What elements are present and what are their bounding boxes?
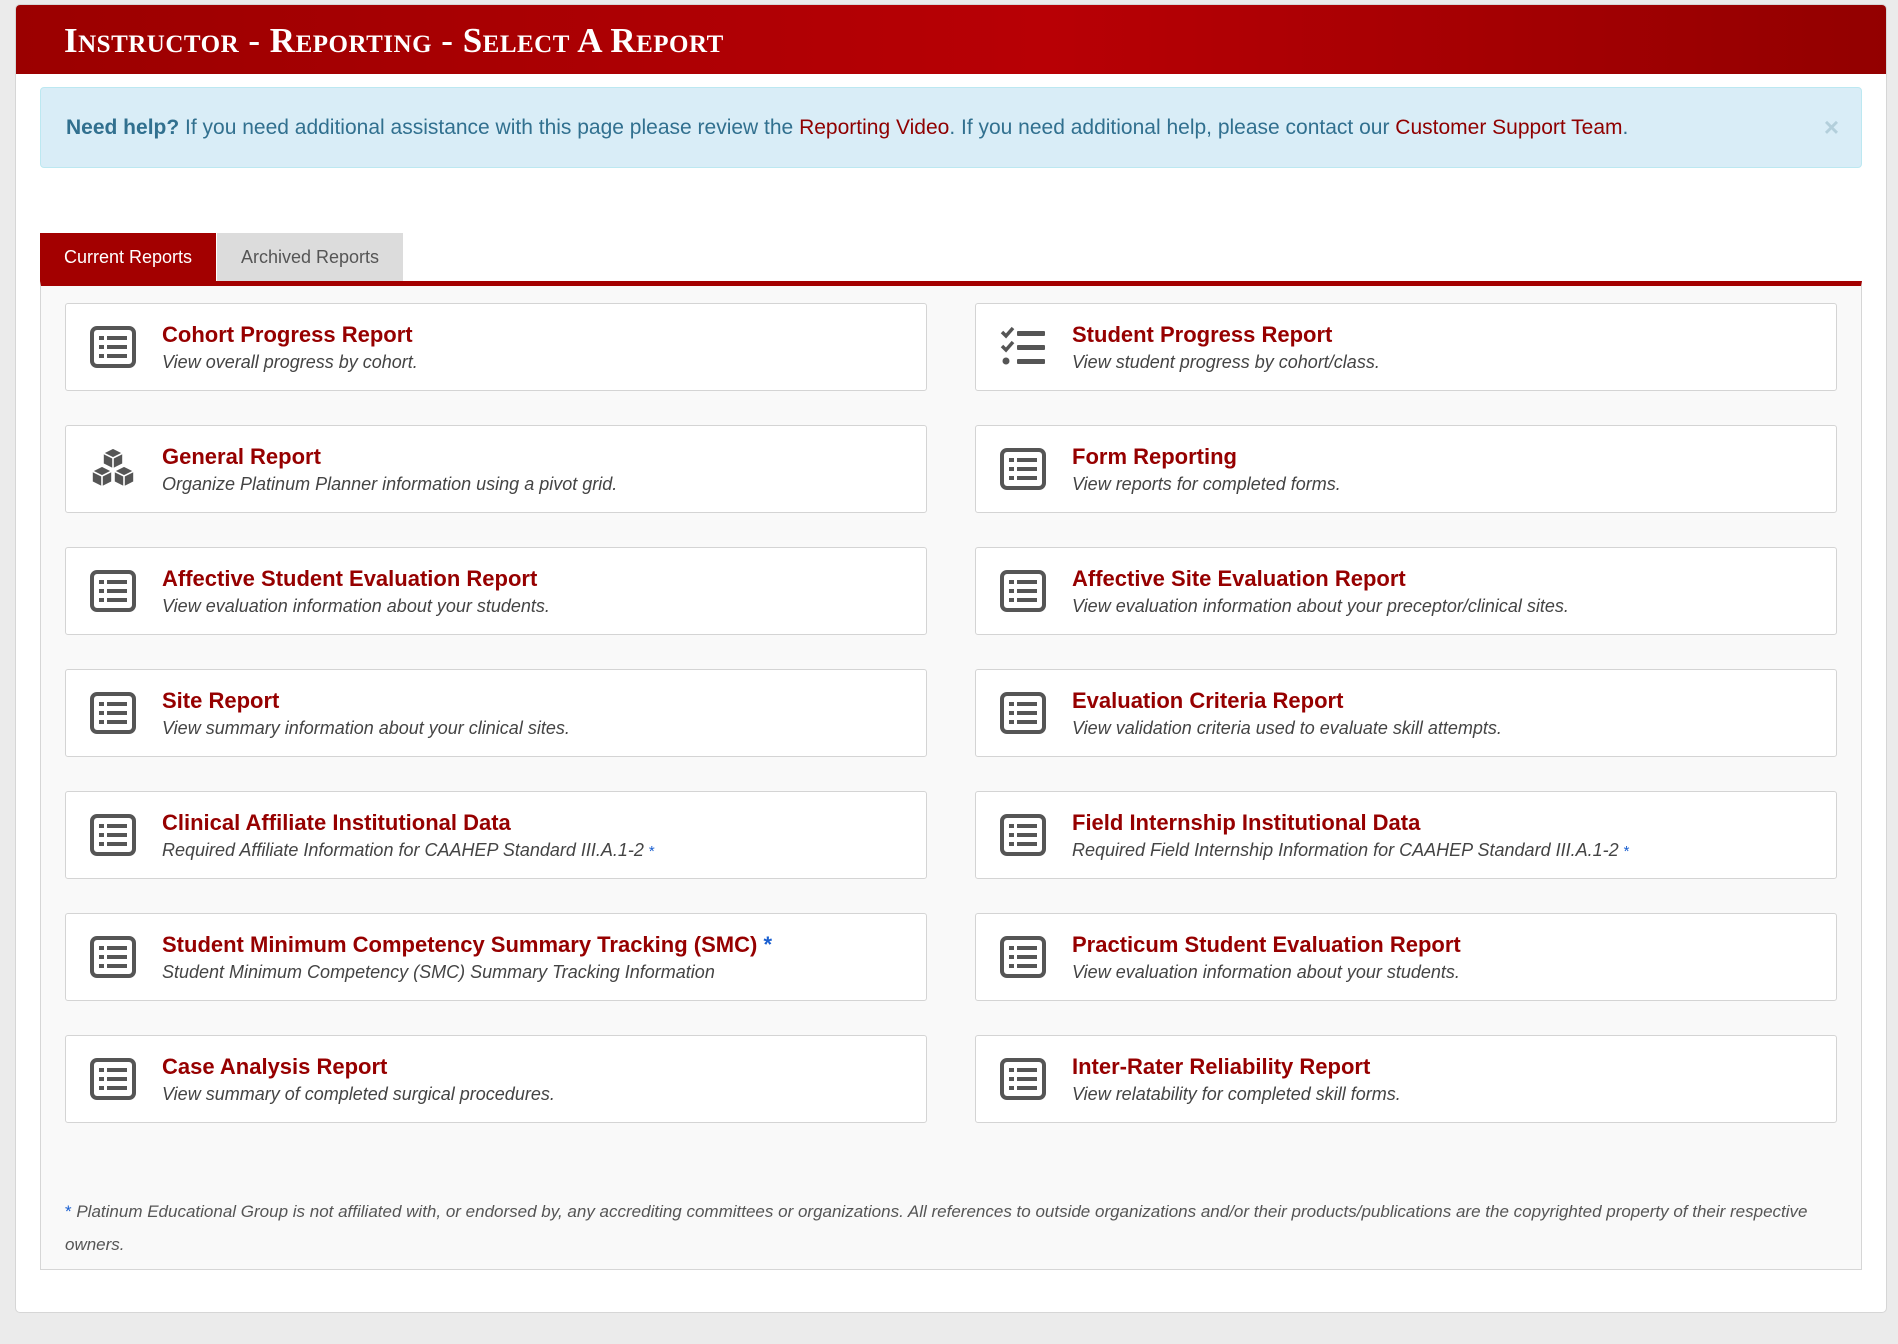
asterisk-marker: *: [763, 932, 772, 957]
report-card[interactable]: Inter-Rater Reliability Report View relat…: [975, 1035, 1837, 1123]
report-card[interactable]: General Report Organize Platinum Planner …: [65, 425, 927, 513]
reporting-video-link[interactable]: Reporting Video: [799, 116, 949, 139]
report-description: View overall progress by cohort.: [162, 352, 418, 372]
report-description: View validation criteria used to evaluat…: [1072, 718, 1502, 738]
report-description: Organize Platinum Planner information us…: [162, 474, 618, 494]
report-description: View evaluation information about your s…: [1072, 962, 1460, 982]
report-list: Cohort Progress Report View overall progr…: [40, 281, 1862, 1270]
list-icon: [88, 810, 138, 860]
customer-support-link[interactable]: Customer Support Team: [1395, 116, 1622, 139]
alert-text: If you need additional assistance with t…: [179, 116, 800, 139]
asterisk-marker: *: [1623, 843, 1630, 860]
page-title: Instructor - Reporting - Select A Report: [64, 21, 724, 60]
report-title-link[interactable]: Site Report: [162, 688, 279, 714]
report-card[interactable]: Evaluation Criteria Report View validatio…: [975, 669, 1837, 757]
report-description: Required Affiliate Information for CAAHE…: [162, 840, 655, 860]
report-title-link[interactable]: Field Internship Institutional Data: [1072, 810, 1420, 836]
report-title-link[interactable]: General Report: [162, 444, 321, 470]
report-card[interactable]: Clinical Affiliate Institutional Data Req…: [65, 791, 927, 879]
footnote-text: Platinum Educational Group is not affili…: [65, 1202, 1808, 1254]
report-title-link[interactable]: Inter-Rater Reliability Report: [1072, 1054, 1370, 1080]
list-icon: [998, 1054, 1048, 1104]
report-description: Required Field Internship Information fo…: [1072, 840, 1630, 860]
close-icon[interactable]: ×: [1824, 88, 1839, 166]
report-card[interactable]: Form Reporting View reports for completed…: [975, 425, 1837, 513]
report-description: View evaluation information about your s…: [162, 596, 550, 616]
help-alert: Need help? If you need additional assist…: [40, 87, 1862, 168]
list-icon: [88, 1054, 138, 1104]
disclaimer-footnote: * Platinum Educational Group is not affi…: [65, 1195, 1825, 1261]
report-card[interactable]: Site Report View summary information abou…: [65, 669, 927, 757]
tasks-icon: [998, 322, 1048, 372]
report-title-link[interactable]: Student Progress Report: [1072, 322, 1332, 348]
report-card[interactable]: Cohort Progress Report View overall progr…: [65, 303, 927, 391]
report-card[interactable]: Practicum Student Evaluation Report View …: [975, 913, 1837, 1001]
list-icon: [998, 810, 1048, 860]
cubes-icon: [88, 444, 138, 494]
report-card[interactable]: Affective Student Evaluation Report View …: [65, 547, 927, 635]
report-title-link[interactable]: Affective Student Evaluation Report: [162, 566, 537, 592]
tab-current-reports[interactable]: Current Reports: [40, 233, 216, 281]
report-description: View evaluation information about your p…: [1072, 596, 1569, 616]
report-card[interactable]: Student Minimum Competency Summary Track…: [65, 913, 927, 1001]
alert-text: . If you need additional help, please co…: [949, 116, 1396, 139]
report-description: View summary information about your clin…: [162, 718, 570, 738]
asterisk-marker: *: [648, 843, 655, 860]
alert-text: .: [1622, 116, 1629, 139]
report-title-link[interactable]: Cohort Progress Report: [162, 322, 413, 348]
report-description: View reports for completed forms.: [1072, 474, 1341, 494]
list-icon: [88, 932, 138, 982]
list-icon: [998, 932, 1048, 982]
report-card[interactable]: Affective Site Evaluation Report View eva…: [975, 547, 1837, 635]
report-title-link[interactable]: Case Analysis Report: [162, 1054, 387, 1080]
list-icon: [998, 566, 1048, 616]
footnote-star: *: [65, 1202, 72, 1221]
report-title-link[interactable]: Affective Site Evaluation Report: [1072, 566, 1406, 592]
report-title-link[interactable]: Student Minimum Competency Summary Track…: [162, 932, 772, 958]
report-description: View student progress by cohort/class.: [1072, 352, 1380, 372]
report-title-link[interactable]: Clinical Affiliate Institutional Data: [162, 810, 511, 836]
report-description: View relatability for completed skill fo…: [1072, 1084, 1401, 1104]
report-card[interactable]: Case Analysis Report View summary of comp…: [65, 1035, 927, 1123]
alert-lead: Need help?: [66, 116, 180, 139]
report-title-link[interactable]: Practicum Student Evaluation Report: [1072, 932, 1461, 958]
report-title-link[interactable]: Form Reporting: [1072, 444, 1237, 470]
list-icon: [88, 322, 138, 372]
report-title-link[interactable]: Evaluation Criteria Report: [1072, 688, 1343, 714]
list-icon: [88, 688, 138, 738]
report-description: View summary of completed surgical proce…: [162, 1084, 555, 1104]
tab-archived-reports[interactable]: Archived Reports: [217, 233, 403, 281]
report-card[interactable]: Field Internship Institutional Data Requi…: [975, 791, 1837, 879]
report-card[interactable]: Student Progress Report View student prog…: [975, 303, 1837, 391]
main-panel: Instructor - Reporting - Select A Report…: [15, 4, 1887, 1313]
list-icon: [88, 566, 138, 616]
page-header: Instructor - Reporting - Select A Report: [16, 5, 1886, 74]
list-icon: [998, 688, 1048, 738]
report-description: Student Minimum Competency (SMC) Summary…: [162, 962, 715, 982]
list-icon: [998, 444, 1048, 494]
